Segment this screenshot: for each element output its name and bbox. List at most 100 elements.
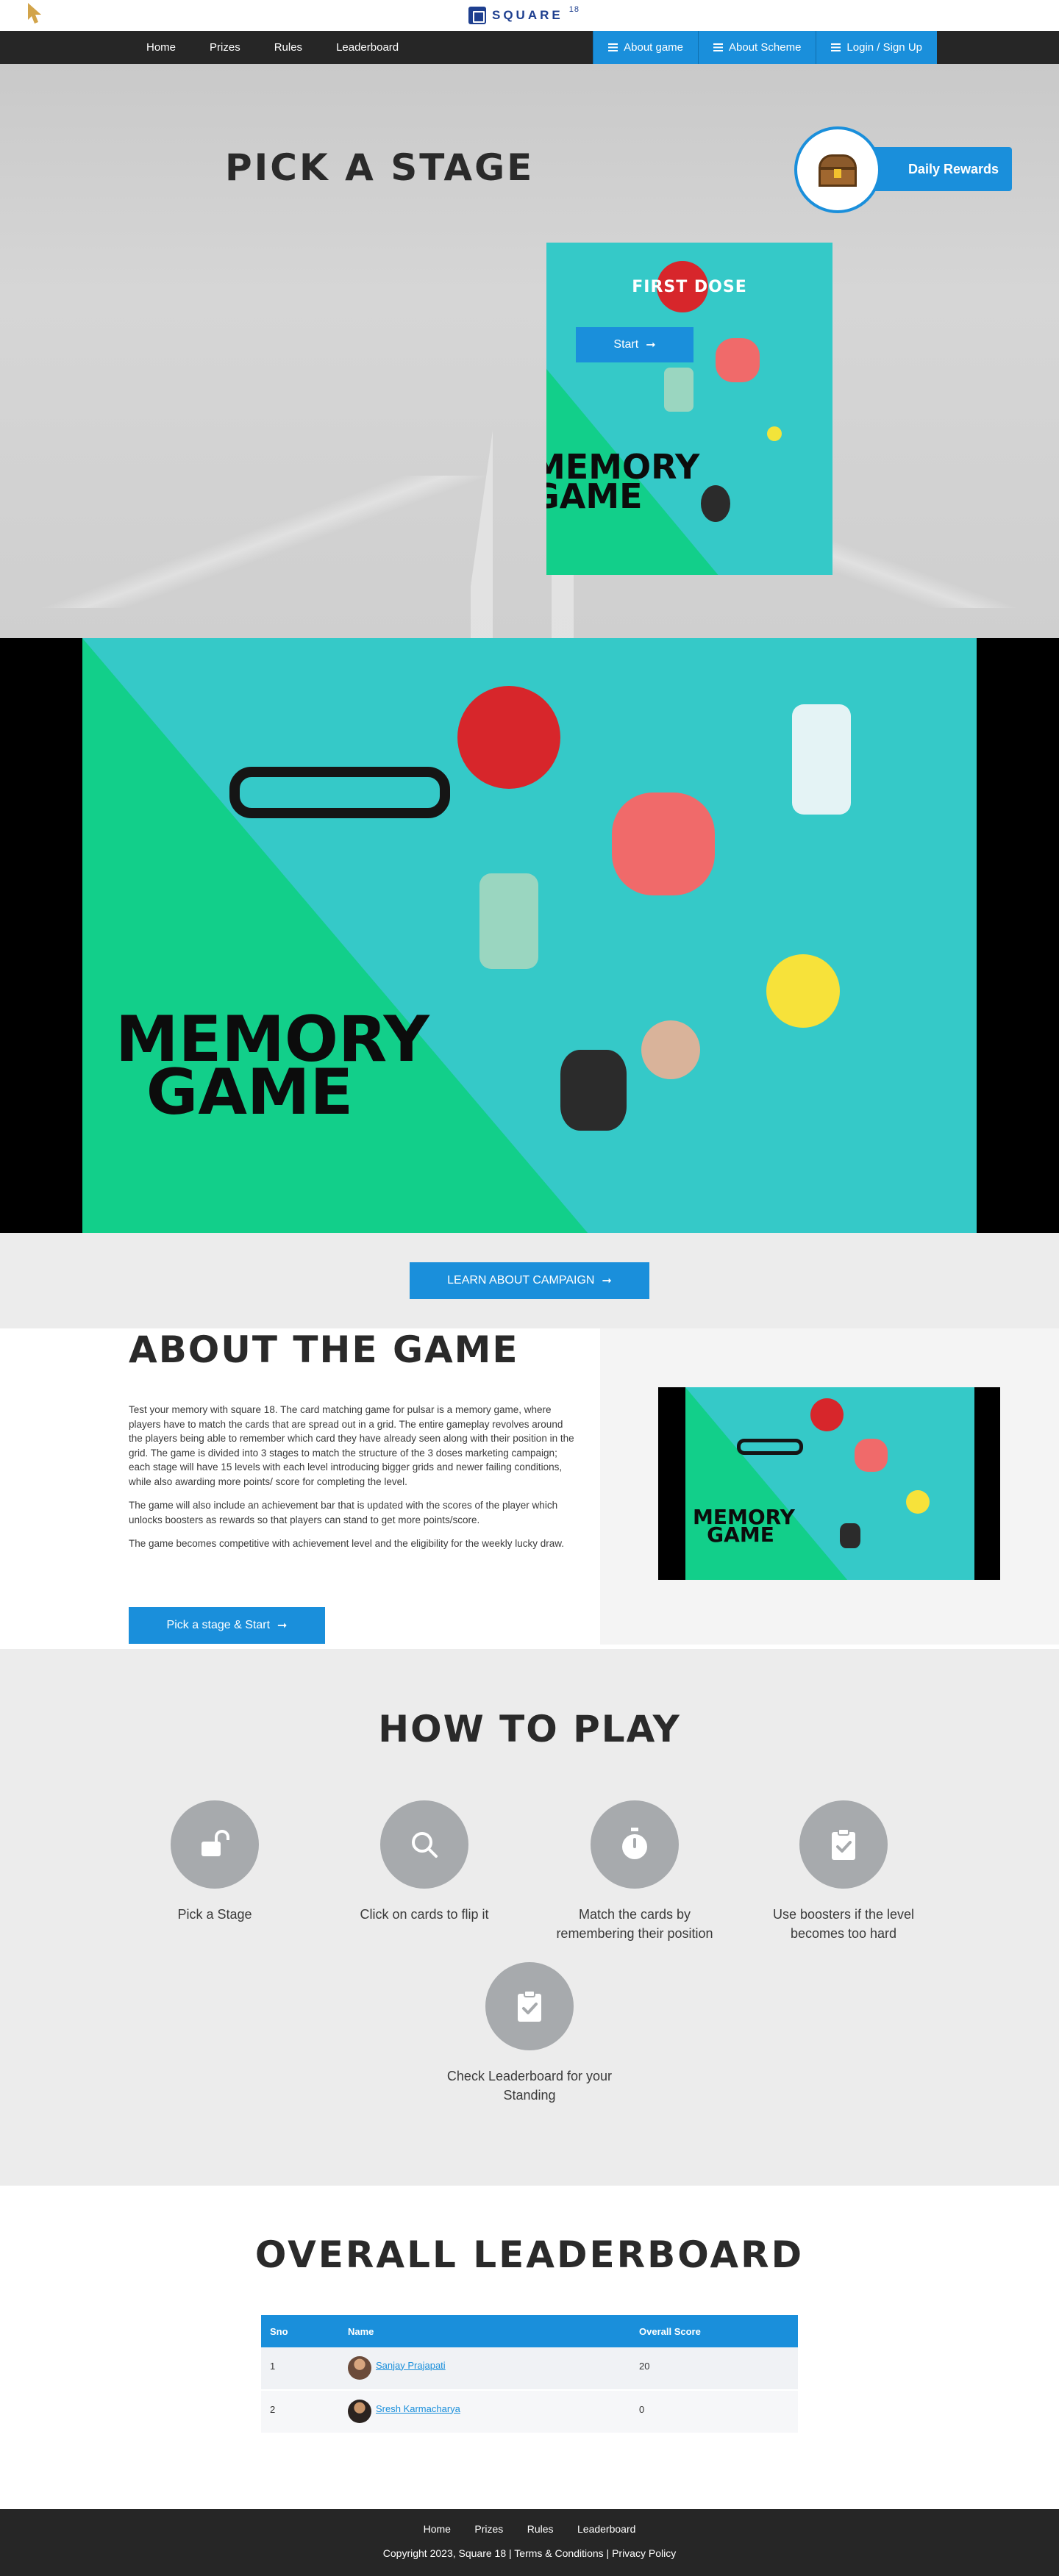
cursor-logo-icon[interactable] [25, 1, 44, 25]
brand-mark-icon [468, 7, 486, 24]
padlock-image [840, 1523, 860, 1548]
light-ray [0, 476, 530, 608]
list-icon [608, 43, 618, 51]
name-cell: Sresh Karmacharya [339, 2389, 630, 2433]
arrow-right-icon: ➞ [277, 1620, 288, 1632]
padlock-image [560, 1050, 627, 1131]
learn-campaign-label: LEARN ABOUT CAMPAIGN [447, 1274, 595, 1287]
step-pick-stage: Pick a Stage [119, 1800, 310, 1924]
step-flip-cards: Click on cards to flip it [329, 1800, 520, 1924]
brand-superscript: 18 [568, 5, 580, 14]
arrow-right-icon: ➞ [646, 339, 656, 351]
unlock-icon [171, 1800, 259, 1889]
brand-logo[interactable]: SQUARE 18 [468, 5, 580, 24]
art-line: GAME [146, 1056, 354, 1129]
nail-polish-image [479, 873, 538, 969]
flower-image [612, 793, 715, 895]
avatar [348, 2356, 371, 2380]
step-label: Use boosters if the level becomes too ha… [772, 1907, 915, 1941]
avatar [348, 2400, 371, 2423]
thumb-art-text: MEMORY GAME [693, 1507, 795, 1547]
treasure-chest-icon [794, 126, 881, 213]
learn-campaign-button[interactable]: LEARN ABOUT CAMPAIGN ➞ [410, 1262, 649, 1299]
step-label: Pick a Stage [177, 1907, 252, 1922]
duck-image [906, 1490, 930, 1514]
about-title: ABOUT THE GAME [129, 1328, 519, 1371]
footer: Home Prizes Rules Leaderboard Copyright … [0, 2509, 1059, 2576]
about-description: Test your memory with square 18. The car… [129, 1403, 577, 1561]
name-cell: Sanjay Prajapati [339, 2347, 630, 2390]
hero-title: PICK A STAGE [225, 146, 535, 189]
about-game-button[interactable]: About game [593, 31, 699, 64]
hero-section: PICK A STAGE Daily Rewards FIRST DOSE St… [0, 64, 1059, 638]
about-paragraph: The game becomes competitive with achiev… [129, 1538, 565, 1549]
step-match-cards: Match the cards by remembering their pos… [539, 1800, 730, 1943]
duck-image [766, 954, 840, 1028]
list-icon [713, 43, 724, 51]
top-bar: SQUARE 18 [0, 0, 1059, 31]
about-scheme-label: About Scheme [729, 41, 802, 54]
login-signup-label: Login / Sign Up [846, 41, 922, 54]
step-label: Check Leaderboard for your Standing [446, 2069, 613, 2103]
nav-prizes[interactable]: Prizes [193, 31, 257, 64]
flower-image [855, 1439, 888, 1472]
memory-game-banner: MEMORY GAME [0, 638, 1059, 1233]
main-nav: Home Prizes Rules Leaderboard About game… [0, 31, 1059, 64]
clipboard-check-icon [799, 1800, 888, 1889]
thumbnail-artwork: MEMORY GAME [685, 1387, 974, 1580]
apple-image [810, 1398, 844, 1431]
player-link[interactable]: Sanjay Prajapati [376, 2360, 446, 2371]
copyright-text: Copyright 2023, Square 18 | Terms & Cond… [382, 2547, 677, 2559]
apple-image [457, 686, 560, 789]
about-paragraph: Test your memory with square 18. The car… [129, 1404, 574, 1487]
leaderboard-title: OVERALL LEADERBOARD [254, 2233, 805, 2276]
step-label: Match the cards by remembering their pos… [556, 1907, 713, 1941]
glasses-image [229, 767, 450, 818]
duck-image [767, 426, 782, 441]
footer-link-prizes[interactable]: Prizes [474, 2523, 503, 2535]
start-label: Start [613, 338, 639, 351]
glasses-image [737, 1439, 803, 1455]
footer-link-home[interactable]: Home [424, 2523, 451, 2535]
flower-image [716, 338, 760, 382]
column-header: Sno [261, 2315, 339, 2347]
stage-title: FIRST DOSE [632, 278, 747, 296]
search-icon [380, 1800, 468, 1889]
footer-link-leaderboard[interactable]: Leaderboard [577, 2523, 635, 2535]
stage-card[interactable]: FIRST DOSE Start ➞ MEMORYGAME [546, 243, 832, 575]
daily-rewards-label: Daily Rewards [908, 161, 999, 176]
sno-cell: 1 [261, 2347, 339, 2390]
column-header: Overall Score [630, 2315, 798, 2347]
pick-stage-start-button[interactable]: Pick a stage & Start ➞ [129, 1607, 325, 1644]
brand-name: SQUARE [492, 8, 563, 22]
campaign-section: LEARN ABOUT CAMPAIGN ➞ [0, 1233, 1059, 1328]
stopwatch-icon [591, 1800, 679, 1889]
pick-stage-label: Pick a stage & Start [166, 1619, 271, 1631]
score-cell: 0 [630, 2389, 798, 2433]
table-row: 1 Sanjay Prajapati 20 [261, 2347, 798, 2390]
player-link[interactable]: Sresh Karmacharya [376, 2403, 460, 2414]
nail-polish-image [664, 368, 693, 412]
memory-game-artwork: MEMORY GAME [82, 638, 977, 1233]
clipboard-check-icon [485, 1962, 574, 2050]
about-game-label: About game [624, 41, 684, 54]
table-row: 2 Sresh Karmacharya 0 [261, 2389, 798, 2433]
leaderboard-section: OVERALL LEADERBOARD Sno Name Overall Sco… [0, 2186, 1059, 2509]
daily-rewards-button[interactable]: Daily Rewards [794, 126, 1015, 213]
step-label: Click on cards to flip it [360, 1907, 489, 1922]
nav-home[interactable]: Home [129, 31, 193, 64]
score-cell: 20 [630, 2347, 798, 2390]
footer-link-rules[interactable]: Rules [527, 2523, 554, 2535]
about-section: ABOUT THE GAME Test your memory with squ… [0, 1328, 1059, 1649]
about-scheme-button[interactable]: About Scheme [698, 31, 816, 64]
about-paragraph: The game will also include an achievemen… [129, 1500, 558, 1525]
stage-start-button[interactable]: Start ➞ [576, 327, 693, 362]
step-check-leaderboard: Check Leaderboard for your Standing [434, 1962, 625, 2105]
nav-leaderboard[interactable]: Leaderboard [319, 31, 416, 64]
nav-rules[interactable]: Rules [257, 31, 319, 64]
about-thumbnail: MEMORY GAME [658, 1387, 1000, 1580]
art-line: GAME [707, 1523, 774, 1547]
step-use-boosters: Use boosters if the level becomes too ha… [748, 1800, 939, 1943]
shell-image [641, 1020, 700, 1079]
login-signup-button[interactable]: Login / Sign Up [816, 31, 937, 64]
